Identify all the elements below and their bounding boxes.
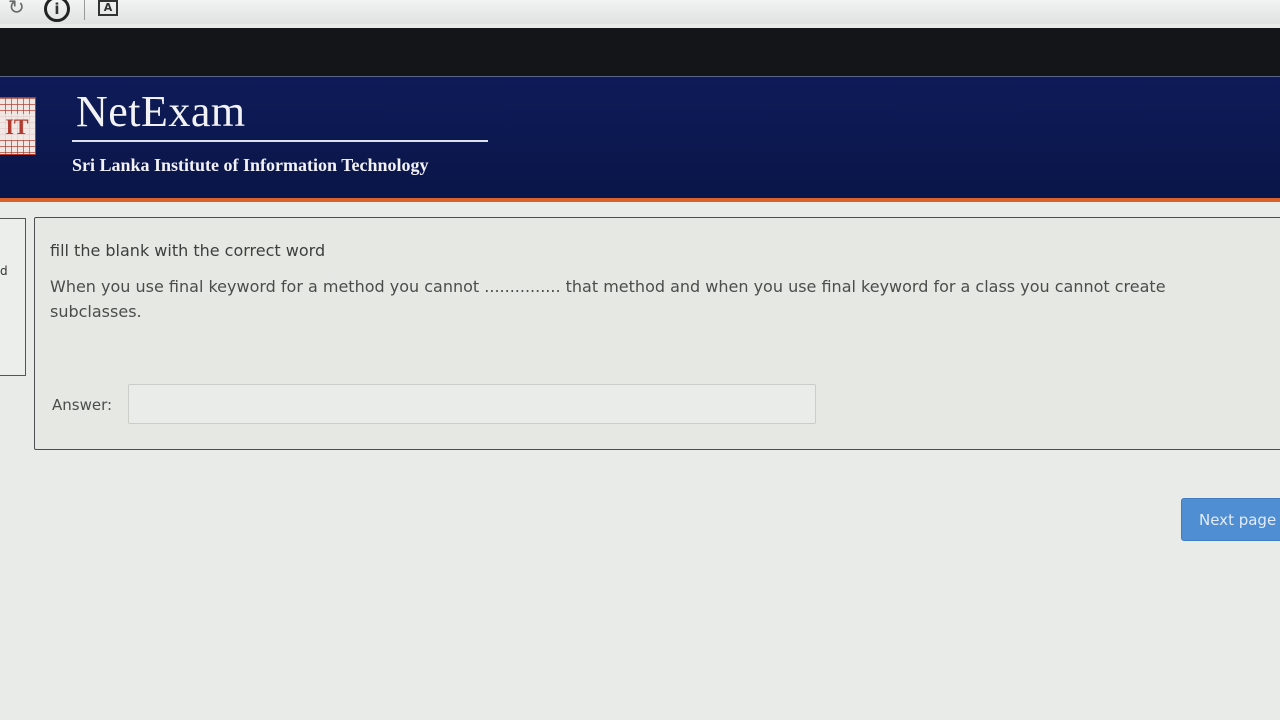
institute-name: Sri Lanka Institute of Information Techn…: [72, 155, 429, 175]
reload-icon[interactable]: ↻: [8, 0, 25, 20]
logo-letters: IT: [0, 114, 35, 140]
answer-input[interactable]: [128, 384, 816, 424]
question-instruction: fill the blank with the correct word: [50, 241, 326, 260]
info-icon[interactable]: i: [44, 0, 70, 22]
side-panel-mark: d: [0, 264, 8, 278]
browser-toolbar: ↻ i A: [0, 0, 1280, 24]
translate-icon[interactable]: A: [98, 0, 118, 16]
browser-bookmark-bar: [0, 28, 1280, 78]
next-page-button[interactable]: Next page: [1181, 498, 1280, 541]
toolbar-divider: [84, 0, 85, 20]
side-panel[interactable]: [0, 218, 26, 376]
answer-label: Answer:: [52, 396, 113, 414]
header-accent-bar: [0, 198, 1280, 202]
question-text: When you use final keyword for a method …: [50, 277, 1166, 321]
sliit-logo[interactable]: IT: [0, 97, 36, 155]
site-brand: NetExam: [76, 87, 246, 136]
brand-underline: [72, 140, 488, 142]
